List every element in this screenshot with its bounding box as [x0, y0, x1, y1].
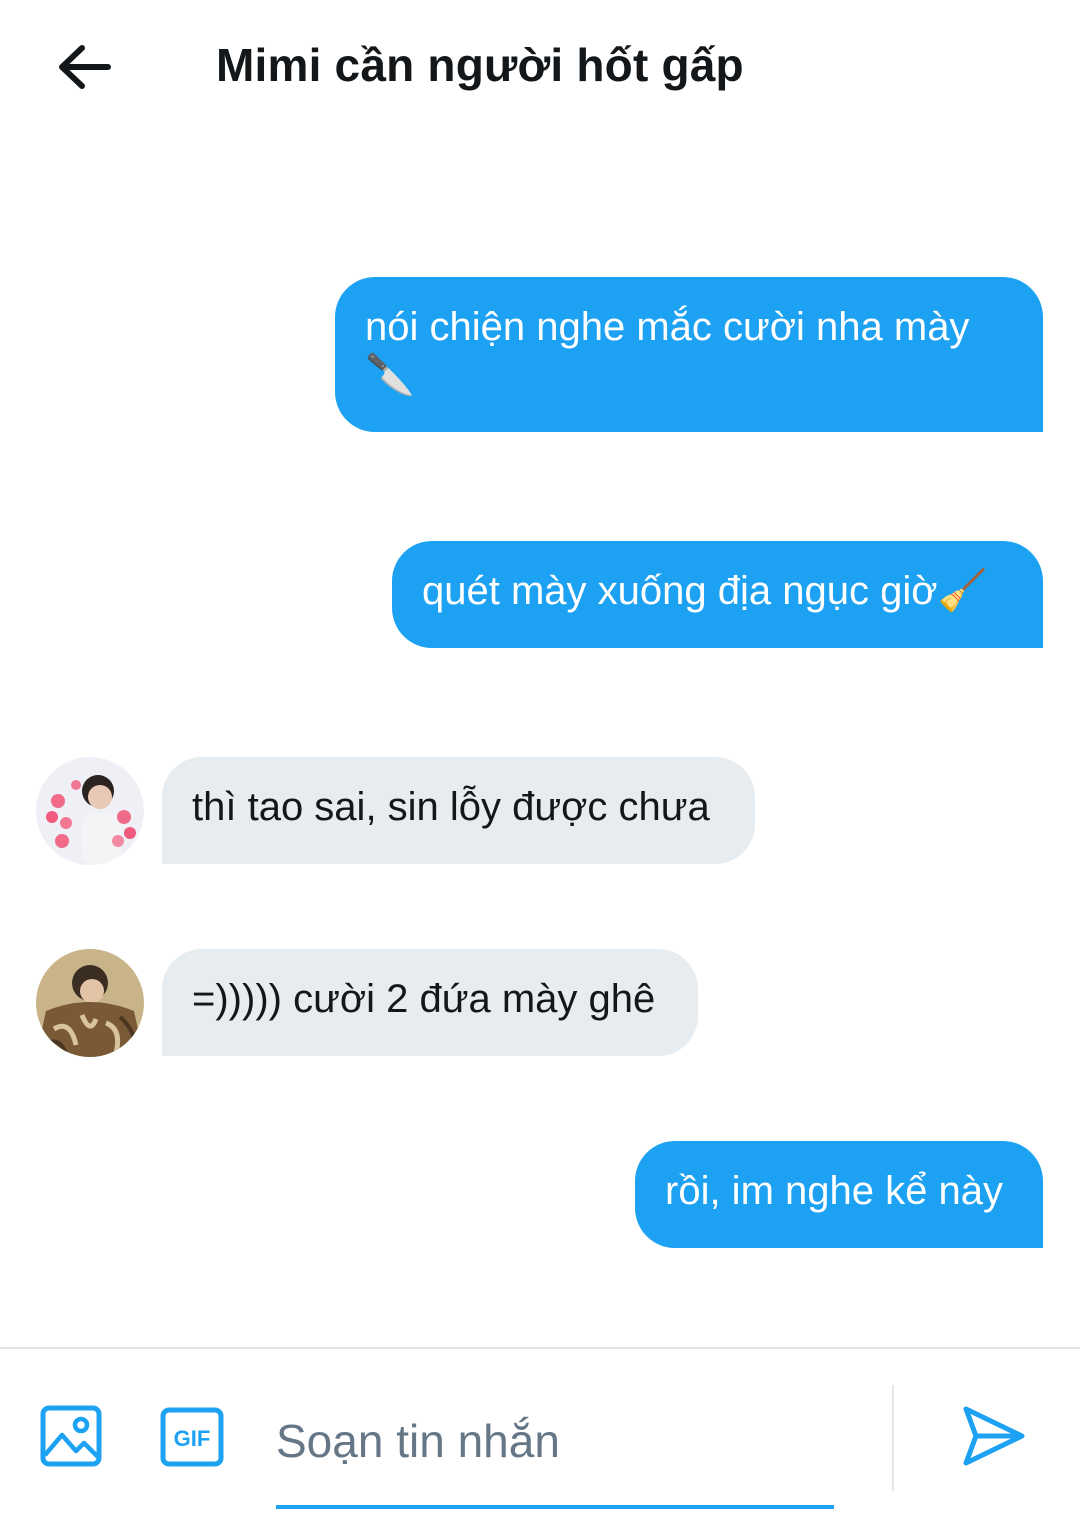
- message-bubble-incoming[interactable]: thì tao sai, sin lỗy được chưa: [162, 757, 755, 864]
- arrow-left-icon: [59, 45, 111, 89]
- message-bubble-outgoing[interactable]: nói chiện nghe mắc cười nha mày 🔪: [335, 277, 1043, 432]
- message-bubble-outgoing[interactable]: rồi, im nghe kể này: [635, 1141, 1043, 1248]
- message-input[interactable]: [276, 1391, 834, 1491]
- gif-label: GIF: [174, 1426, 211, 1451]
- composer-divider: [892, 1385, 894, 1491]
- knife-emoji: 🔪: [365, 352, 415, 398]
- message-text: rồi, im nghe kể này: [665, 1169, 1003, 1213]
- conversation-title: Mimi cần người hốt gấp: [216, 39, 744, 91]
- conversation-header: Mimi cần người hốt gấp: [0, 0, 1080, 135]
- send-icon: [963, 1406, 1025, 1466]
- message-bubble-outgoing[interactable]: quét mày xuống địa ngục giờ🧹: [392, 541, 1043, 648]
- add-image-button[interactable]: [40, 1405, 102, 1472]
- message-input-wrapper: [276, 1391, 834, 1509]
- message-composer: GIF: [0, 1347, 1080, 1513]
- image-icon: [40, 1405, 102, 1467]
- avatar[interactable]: [36, 949, 144, 1057]
- message-text: thì tao sai, sin lỗy được chưa: [192, 785, 710, 829]
- message-bubble-incoming[interactable]: =))))) cười 2 đứa mày ghê: [162, 949, 698, 1056]
- input-focus-underline: [276, 1505, 834, 1509]
- back-button[interactable]: [50, 36, 120, 98]
- message-text: =))))) cười 2 đứa mày ghê: [192, 977, 656, 1021]
- send-button[interactable]: [962, 1405, 1026, 1472]
- gif-button[interactable]: GIF: [160, 1407, 224, 1472]
- avatar[interactable]: [36, 757, 144, 865]
- gif-icon: GIF: [160, 1407, 224, 1467]
- message-thread: nói chiện nghe mắc cười nha mày 🔪 quét m…: [0, 135, 1080, 1347]
- message-text: nói chiện nghe mắc cười nha mày: [365, 305, 970, 349]
- broom-emoji: 🧹: [937, 568, 988, 614]
- message-text: quét mày xuống địa ngục giờ: [422, 569, 938, 613]
